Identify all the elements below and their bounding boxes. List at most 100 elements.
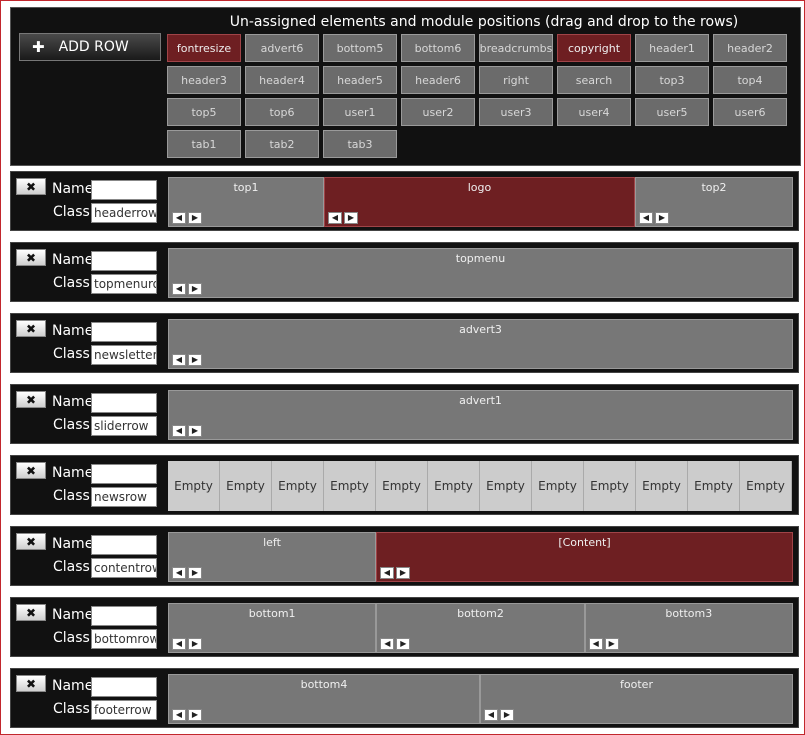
row-name-input[interactable]	[91, 393, 157, 413]
empty-slot[interactable]: Empty	[324, 461, 376, 511]
arrow-left-icon[interactable]: ◀	[172, 638, 186, 650]
module-slot-bottom1[interactable]: bottom1 ◀ ▶	[168, 603, 377, 653]
row-name-input[interactable]	[91, 535, 157, 555]
pool-chip-copyright[interactable]: copyright	[557, 34, 631, 62]
arrow-right-icon[interactable]: ▶	[344, 212, 358, 224]
pool-chip-user5[interactable]: user5	[635, 98, 709, 126]
row-name-input[interactable]	[91, 322, 157, 342]
pool-chip-header6[interactable]: header6	[401, 66, 475, 94]
pool-chip-user6[interactable]: user6	[713, 98, 787, 126]
empty-slot[interactable]: Empty	[168, 461, 220, 511]
pool-chip-tab3[interactable]: tab3	[323, 130, 397, 158]
empty-slot[interactable]: Empty	[428, 461, 480, 511]
pool-chip-bottom6[interactable]: bottom6	[401, 34, 475, 62]
pool-chip-tab1[interactable]: tab1	[167, 130, 241, 158]
delete-row-button[interactable]: ✖	[16, 675, 46, 692]
pool-chip-top6[interactable]: top6	[245, 98, 319, 126]
arrow-right-icon[interactable]: ▶	[188, 354, 202, 366]
row-class-input[interactable]: footerrow	[91, 700, 157, 720]
module-slot-content[interactable]: [Content] ◀ ▶	[376, 532, 793, 582]
arrow-left-icon[interactable]: ◀	[172, 283, 186, 295]
module-slot-left[interactable]: left ◀ ▶	[168, 532, 376, 582]
arrow-left-icon[interactable]: ◀	[484, 709, 498, 721]
empty-slot[interactable]: Empty	[584, 461, 636, 511]
module-slot-logo[interactable]: logo ◀ ▶	[324, 177, 635, 227]
pool-chip-bottom5[interactable]: bottom5	[323, 34, 397, 62]
arrow-left-icon[interactable]: ◀	[172, 212, 186, 224]
arrow-right-icon[interactable]: ▶	[188, 638, 202, 650]
pool-chip-search[interactable]: search	[557, 66, 631, 94]
row-class-input[interactable]: contentrow	[91, 558, 157, 578]
module-slot-bottom4[interactable]: bottom4 ◀ ▶	[168, 674, 480, 724]
row-class-input[interactable]: headerrow	[91, 203, 157, 223]
arrow-left-icon[interactable]: ◀	[639, 212, 653, 224]
arrow-right-icon[interactable]: ▶	[396, 567, 410, 579]
delete-row-button[interactable]: ✖	[16, 391, 46, 408]
delete-row-button[interactable]: ✖	[16, 249, 46, 266]
arrow-right-icon[interactable]: ▶	[604, 638, 619, 650]
pool-chip-top4[interactable]: top4	[713, 66, 787, 94]
pool-chip-header3[interactable]: header3	[167, 66, 241, 94]
module-slot-bottom3[interactable]: bottom3 ◀ ▶	[584, 603, 793, 653]
module-slot-topmenu[interactable]: topmenu ◀ ▶	[168, 248, 793, 298]
arrow-left-icon[interactable]: ◀	[588, 638, 603, 650]
empty-slot[interactable]: Empty	[636, 461, 688, 511]
empty-slot[interactable]: Empty	[480, 461, 532, 511]
delete-row-button[interactable]: ✖	[16, 178, 46, 195]
pool-chip-tab2[interactable]: tab2	[245, 130, 319, 158]
module-slot-top2[interactable]: top2 ◀ ▶	[635, 177, 793, 227]
arrow-left-icon[interactable]: ◀	[328, 212, 342, 224]
pool-chip-user3[interactable]: user3	[479, 98, 553, 126]
module-slot-top1[interactable]: top1 ◀ ▶	[168, 177, 324, 227]
row-class-input[interactable]: newsrow	[91, 487, 157, 507]
row-name-input[interactable]	[91, 464, 157, 484]
empty-slot[interactable]: Empty	[532, 461, 584, 511]
arrow-left-icon[interactable]: ◀	[172, 567, 186, 579]
empty-slot[interactable]: Empty	[220, 461, 272, 511]
pool-chip-header4[interactable]: header4	[245, 66, 319, 94]
pool-chip-user1[interactable]: user1	[323, 98, 397, 126]
arrow-right-icon[interactable]: ▶	[188, 212, 202, 224]
row-class-input[interactable]: bottomrow	[91, 629, 157, 649]
arrow-right-icon[interactable]: ▶	[500, 709, 514, 721]
row-class-input[interactable]: newsletterrow	[91, 345, 157, 365]
add-row-button[interactable]: ✚ ADD ROW	[19, 33, 161, 61]
delete-row-button[interactable]: ✖	[16, 604, 46, 621]
arrow-right-icon[interactable]: ▶	[655, 212, 669, 224]
delete-row-button[interactable]: ✖	[16, 320, 46, 337]
pool-chip-header5[interactable]: header5	[323, 66, 397, 94]
arrow-left-icon[interactable]: ◀	[172, 425, 186, 437]
row-class-input[interactable]: sliderrow	[91, 416, 157, 436]
arrow-right-icon[interactable]: ▶	[188, 567, 202, 579]
arrow-right-icon[interactable]: ▶	[188, 283, 202, 295]
pool-chip-right[interactable]: right	[479, 66, 553, 94]
module-slot-advert1[interactable]: advert1 ◀ ▶	[168, 390, 793, 440]
row-name-input[interactable]	[91, 251, 157, 271]
module-slot-bottom2[interactable]: bottom2 ◀ ▶	[376, 603, 585, 653]
pool-chip-advert6[interactable]: advert6	[245, 34, 319, 62]
arrow-left-icon[interactable]: ◀	[172, 354, 186, 366]
arrow-left-icon[interactable]: ◀	[380, 638, 395, 650]
delete-row-button[interactable]: ✖	[16, 462, 46, 479]
pool-chip-header2[interactable]: header2	[713, 34, 787, 62]
empty-slot[interactable]: Empty	[740, 461, 792, 511]
pool-chip-top5[interactable]: top5	[167, 98, 241, 126]
pool-chip-breadcrumbs[interactable]: breadcrumbs	[479, 34, 553, 62]
pool-chip-header1[interactable]: header1	[635, 34, 709, 62]
pool-chip-top3[interactable]: top3	[635, 66, 709, 94]
row-class-input[interactable]: topmenurow	[91, 274, 157, 294]
pool-chip-user4[interactable]: user4	[557, 98, 631, 126]
arrow-left-icon[interactable]: ◀	[380, 567, 394, 579]
arrow-left-icon[interactable]: ◀	[172, 709, 186, 721]
module-slot-advert3[interactable]: advert3 ◀ ▶	[168, 319, 793, 369]
module-slot-footer[interactable]: footer ◀ ▶	[480, 674, 793, 724]
pool-chip-fontresize[interactable]: fontresize	[167, 34, 241, 62]
empty-slot[interactable]: Empty	[376, 461, 428, 511]
arrow-right-icon[interactable]: ▶	[188, 709, 202, 721]
pool-chip-user2[interactable]: user2	[401, 98, 475, 126]
empty-slot[interactable]: Empty	[688, 461, 740, 511]
row-name-input[interactable]	[91, 606, 157, 626]
row-name-input[interactable]	[91, 677, 157, 697]
row-name-input[interactable]	[91, 180, 157, 200]
arrow-right-icon[interactable]: ▶	[188, 425, 202, 437]
